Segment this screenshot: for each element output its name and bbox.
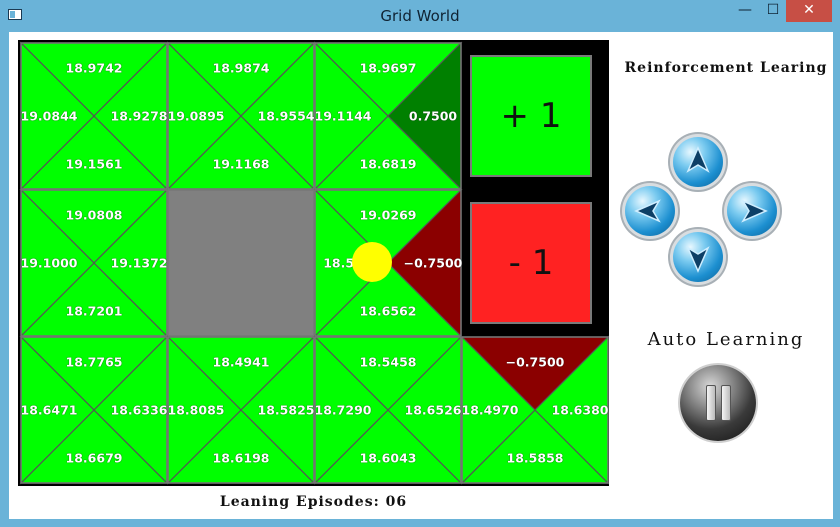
window-title: Grid World <box>380 7 460 25</box>
pause-icon <box>706 385 716 421</box>
arrow-down-button[interactable] <box>673 232 723 282</box>
arrow-down-icon <box>686 246 710 273</box>
arrow-up-icon <box>686 146 710 173</box>
goal-cell-positive: + 1 <box>470 55 592 177</box>
agent-marker <box>352 242 392 282</box>
client-area: 18.9742 19.1561 19.0844 18.9278 18.9874 19.11… <box>9 32 833 519</box>
auto-learning-pause-button[interactable] <box>680 365 756 441</box>
close-button[interactable]: ✕ <box>786 0 832 22</box>
minimize-button[interactable]: — <box>732 0 758 22</box>
arrow-right-icon <box>741 199 768 223</box>
grid-world: 18.9742 19.1561 19.0844 18.9278 18.9874 19.11… <box>18 40 609 486</box>
title-bar: Grid World — ☐ ✕ <box>0 0 840 32</box>
episode-counter: Leaning Episodes: 06 <box>219 494 408 510</box>
pause-icon <box>721 385 731 421</box>
arrow-right-button[interactable] <box>727 186 777 236</box>
maximize-button[interactable]: ☐ <box>760 0 786 22</box>
arrow-up-button[interactable] <box>673 137 723 187</box>
panel-title: Reinforcement Learing <box>624 60 828 76</box>
goal-cell-negative: - 1 <box>470 202 592 324</box>
arrow-left-icon <box>634 199 661 223</box>
arrow-left-button[interactable] <box>625 186 675 236</box>
wall-cell <box>167 189 315 337</box>
auto-learning-label: Auto Learning <box>647 329 805 350</box>
